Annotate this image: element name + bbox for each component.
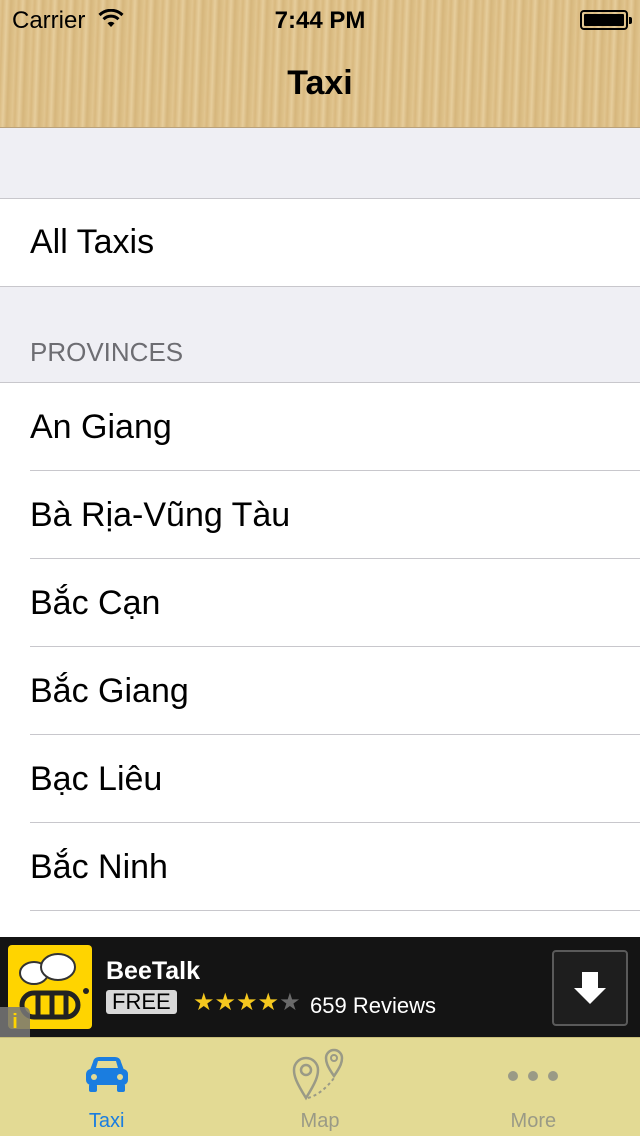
download-arrow-icon [574, 972, 606, 1004]
rating-stars: ★★★★★ [193, 988, 301, 1017]
star-icon: ★ [236, 989, 258, 1016]
provinces-table[interactable]: All Taxis PROVINCES An Giang Bà Rịa-Vũng… [0, 129, 640, 937]
status-time: 7:44 PM [274, 7, 366, 34]
province-row[interactable]: Bà Rịa-Vũng Tàu [0, 471, 640, 559]
province-row[interactable]: Bạc Liêu [0, 735, 640, 823]
province-row[interactable]: Bắc Cạn [0, 559, 640, 647]
tab-bar: Taxi Map More [0, 1037, 640, 1136]
tab-map[interactable]: Map [213, 1038, 426, 1136]
taxi-car-icon [85, 1057, 128, 1092]
all-taxis-row[interactable]: All Taxis [0, 199, 640, 287]
more-dots-icon [508, 1071, 559, 1081]
ad-banner[interactable]: i BeeTalk FREE ★★★★★ 659 Reviews [0, 937, 640, 1037]
tab-label: More [510, 1110, 557, 1132]
star-icon: ★ [193, 989, 215, 1016]
ad-app-name: BeeTalk [106, 957, 201, 985]
province-row[interactable]: Bắc Ninh [0, 823, 640, 911]
province-row-partial[interactable] [0, 911, 640, 937]
status-bar: Carrier 7:44 PM [0, 0, 640, 40]
section-header-provinces: PROVINCES [0, 287, 640, 383]
province-row[interactable]: An Giang [0, 383, 640, 471]
tab-taxi[interactable]: Taxi [0, 1038, 213, 1136]
tab-label: Taxi [88, 1110, 125, 1132]
tab-label: Map [300, 1110, 340, 1132]
table-top-spacer [0, 129, 640, 199]
page-title: Taxi [287, 64, 353, 102]
download-button[interactable] [552, 950, 628, 1026]
map-pins-icon [292, 1048, 344, 1101]
navigation-bar: Carrier 7:44 PM Taxi [0, 0, 640, 128]
province-row[interactable]: Bắc Giang [0, 647, 640, 735]
battery-icon [580, 10, 632, 30]
review-count: 659 Reviews [310, 993, 436, 1018]
tab-more[interactable]: More [427, 1038, 640, 1136]
star-icon: ★ [257, 989, 280, 1016]
star-icon: ★ [214, 989, 237, 1016]
star-icon: ★ [279, 989, 301, 1016]
info-icon[interactable]: i [0, 1007, 30, 1037]
price-badge: FREE [106, 990, 177, 1014]
